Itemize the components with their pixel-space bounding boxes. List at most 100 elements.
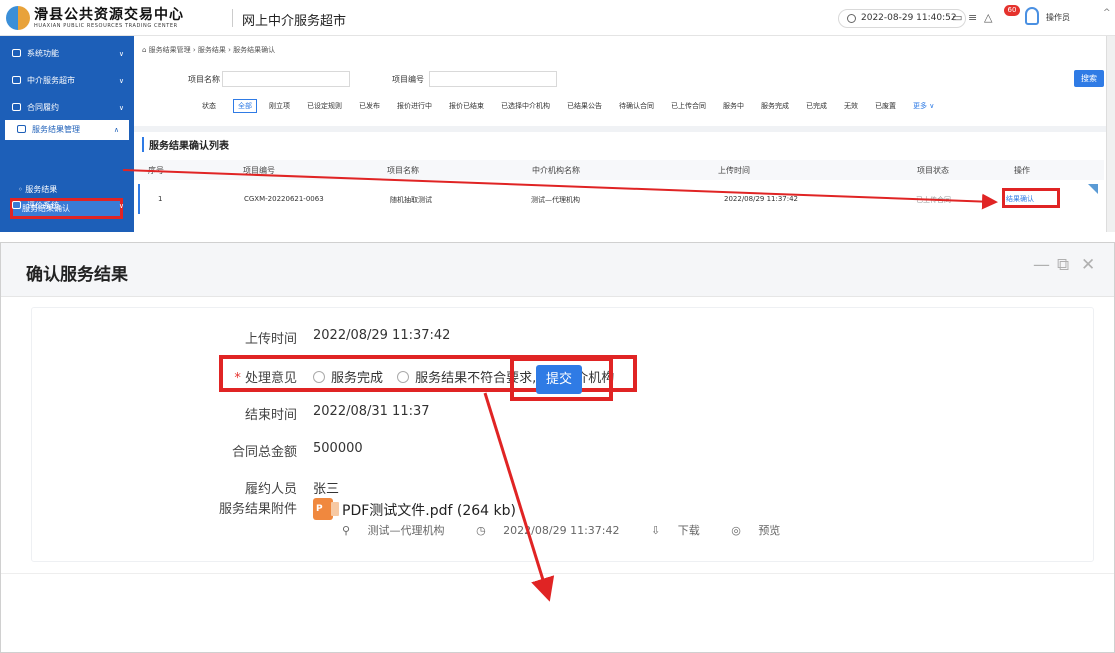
cell-agency: 测试—代理机构 [531,196,580,204]
status-label: 状态 [202,102,216,110]
datetime-text: 2022-08-29 11:40:52 [861,13,957,23]
datetime-display: 2022-08-29 11:40:52 [838,9,966,28]
app-title: 网上中介服务超市 [242,14,347,29]
cell-no: 1 [158,195,163,203]
project-name-input[interactable] [222,71,350,87]
breadcrumb: ⌂ 服务结果管理 › 服务结果 › 服务结果确认 [142,46,276,54]
caret-up-icon[interactable]: ^ [1103,8,1111,18]
end-time-value: 2022/08/31 11:37 [313,404,430,419]
user-name[interactable]: 操作员 [1046,12,1070,23]
download-label[interactable]: 下载 [678,524,700,537]
status-filter-chip[interactable]: 已选择中介机构 [501,101,550,111]
status-filter-bar: 状态 全部 刚立项 已设定规则 已发布 报价进行中 报价已结束 已选择中介机构 已结果公告 待确认… [202,99,951,113]
monitor-icon [12,103,21,111]
status-filter-chip[interactable]: 报价进行中 [397,101,432,111]
hat-icon [12,201,21,209]
highlight-box-confirm [1002,188,1060,208]
attachment-label: 服务结果附件 [218,502,297,517]
table-row: 1 CGXM-20220621-0063 随机抽取测试 测试—代理机构 2022… [138,184,1098,214]
contract-amount-value: 500000 [313,441,363,456]
chevron-down-icon: ∨ [118,202,124,210]
project-no-label: 项目编号 [392,75,424,84]
status-filter-chip[interactable]: 已废置 [875,101,896,111]
cell-code: CGXM-20220621-0063 [244,195,324,203]
stage: 滑县公共资源交易中心 HUAXIAN PUBLIC RESOURCES TRAD… [0,0,1115,653]
download-icon[interactable]: ⇩ [651,524,660,537]
hat-icon [17,125,26,133]
dialog-header: 确认服务结果 — ⧉ ✕ [1,243,1114,297]
app-header: 滑县公共资源交易中心 HUAXIAN PUBLIC RESOURCES TRAD… [0,0,1115,36]
header-divider [232,9,233,27]
preview-link[interactable]: ◎ 预览 [731,524,794,537]
minimize-icon[interactable]: — [1033,255,1050,275]
sidebar-item-label: 合同履约 [27,103,59,112]
logo-title: 滑县公共资源交易中心 [34,7,184,23]
status-filter-chip[interactable]: 已完成 [806,101,827,111]
clock-icon: ◷ [476,524,486,537]
status-filter-chip[interactable]: 无效 [844,101,858,111]
sidebar-item-label: 评价系统 [27,201,59,210]
sidebar: 系统功能 ∨ 中介服务超市 ∨ 合同履约 ∨ 服务结果管理 ∧ ◦ 服务结果 服务结果确… [0,36,134,232]
status-filter-chip[interactable]: 已设定规则 [307,101,342,111]
col-header: 项目编号 [243,166,275,175]
status-filter-chip[interactable]: 已结果公告 [567,101,602,111]
confirm-dialog: 确认服务结果 — ⧉ ✕ 上传时间 2022/08/29 11:37:42 * … [0,242,1115,653]
menu-icon[interactable]: ≡ [968,11,977,24]
download-link[interactable]: ⇩ 下载 [651,524,714,537]
col-header: 中介机构名称 [532,166,580,175]
section-divider [134,126,1115,132]
sidebar-item-result-mgmt[interactable]: 服务结果管理 ∧ [5,120,129,140]
clock-icon [847,14,856,23]
message-icon[interactable]: ▭ [952,11,962,24]
chevron-up-icon: ∧ [113,126,119,134]
performer-value: 张三 [313,482,340,497]
performer-label: 履约人员 [244,482,297,497]
more-filters-link[interactable]: 更多 ∨ [913,101,934,111]
close-icon[interactable]: ✕ [1081,255,1095,275]
status-filter-chip[interactable]: 报价已结束 [449,101,484,111]
contract-amount-label: 合同总金额 [231,445,297,460]
dialog-title: 确认服务结果 [26,265,128,285]
maximize-icon[interactable]: ⧉ [1057,255,1069,275]
upload-time-value: 2022/08/29 11:37:42 [313,328,451,343]
user-icon[interactable] [1025,7,1039,25]
status-filter-chip[interactable]: 已上传合同 [671,101,706,111]
table-header: 序号 项目编号 项目名称 中介机构名称 上传时间 项目状态 操作 [134,160,1104,180]
col-header: 项目名称 [387,166,419,175]
status-filter-chip[interactable]: 全部 [233,99,257,113]
sidebar-item-contract[interactable]: 合同履约 ∨ [0,98,134,118]
status-filter-chip[interactable]: 刚立项 [269,101,290,111]
sidebar-item-system[interactable]: 系统功能 ∨ [0,44,134,64]
breadcrumb-text: 服务结果管理 › 服务结果 › 服务结果确认 [148,46,276,54]
preview-label[interactable]: 预览 [758,524,780,537]
sidebar-item-market[interactable]: 中介服务超市 ∨ [0,71,134,91]
row-corner-marker [1088,184,1098,194]
status-filter-chip[interactable]: 已发布 [359,101,380,111]
uploader-name: 测试—代理机构 [367,524,445,537]
sidebar-item-label: 服务结果管理 [32,125,80,134]
search-button[interactable]: 搜索 [1074,70,1104,87]
preview-icon[interactable]: ◎ [731,524,741,537]
bell-icon[interactable]: △ [984,11,992,24]
status-filter-chip[interactable]: 服务中 [723,101,744,111]
cell-upload-time: 2022/08/29 11:37:42 [724,195,799,203]
list-title: 服务结果确认列表 [142,137,229,152]
attachment-time: 2022/08/29 11:37:42 [503,524,620,537]
attachment-meta: ⚲ 测试—代理机构 ◷ 2022/08/29 11:37:42 ⇩ 下载 ◎ 预… [342,522,808,538]
sidebar-subitem-label: 服务结果 [25,185,58,194]
status-filter-chip[interactable]: 服务完成 [761,101,789,111]
dialog-footer [1,573,1114,653]
hat-icon [12,76,21,84]
sidebar-item-label: 中介服务超市 [27,76,75,85]
upload-time-label: 上传时间 [244,332,297,347]
cell-status: 已上传合同 [916,196,951,204]
status-filter-chip[interactable]: 待确认合同 [619,101,654,111]
dialog-form: 上传时间 2022/08/29 11:37:42 * 处理意见 服务完成 服务结… [31,307,1094,562]
logo-subtitle: HUAXIAN PUBLIC RESOURCES TRADING CENTER [34,23,178,29]
sidebar-item-evaluation[interactable]: 评价系统 ∨ [0,196,134,216]
col-header: 上传时间 [718,166,750,175]
vertical-scrollbar[interactable] [1106,36,1115,232]
attachment-file-name[interactable]: PDF测试文件.pdf (264 kb) [342,500,516,520]
project-no-input[interactable] [429,71,557,87]
chevron-down-icon: ∨ [118,104,124,112]
